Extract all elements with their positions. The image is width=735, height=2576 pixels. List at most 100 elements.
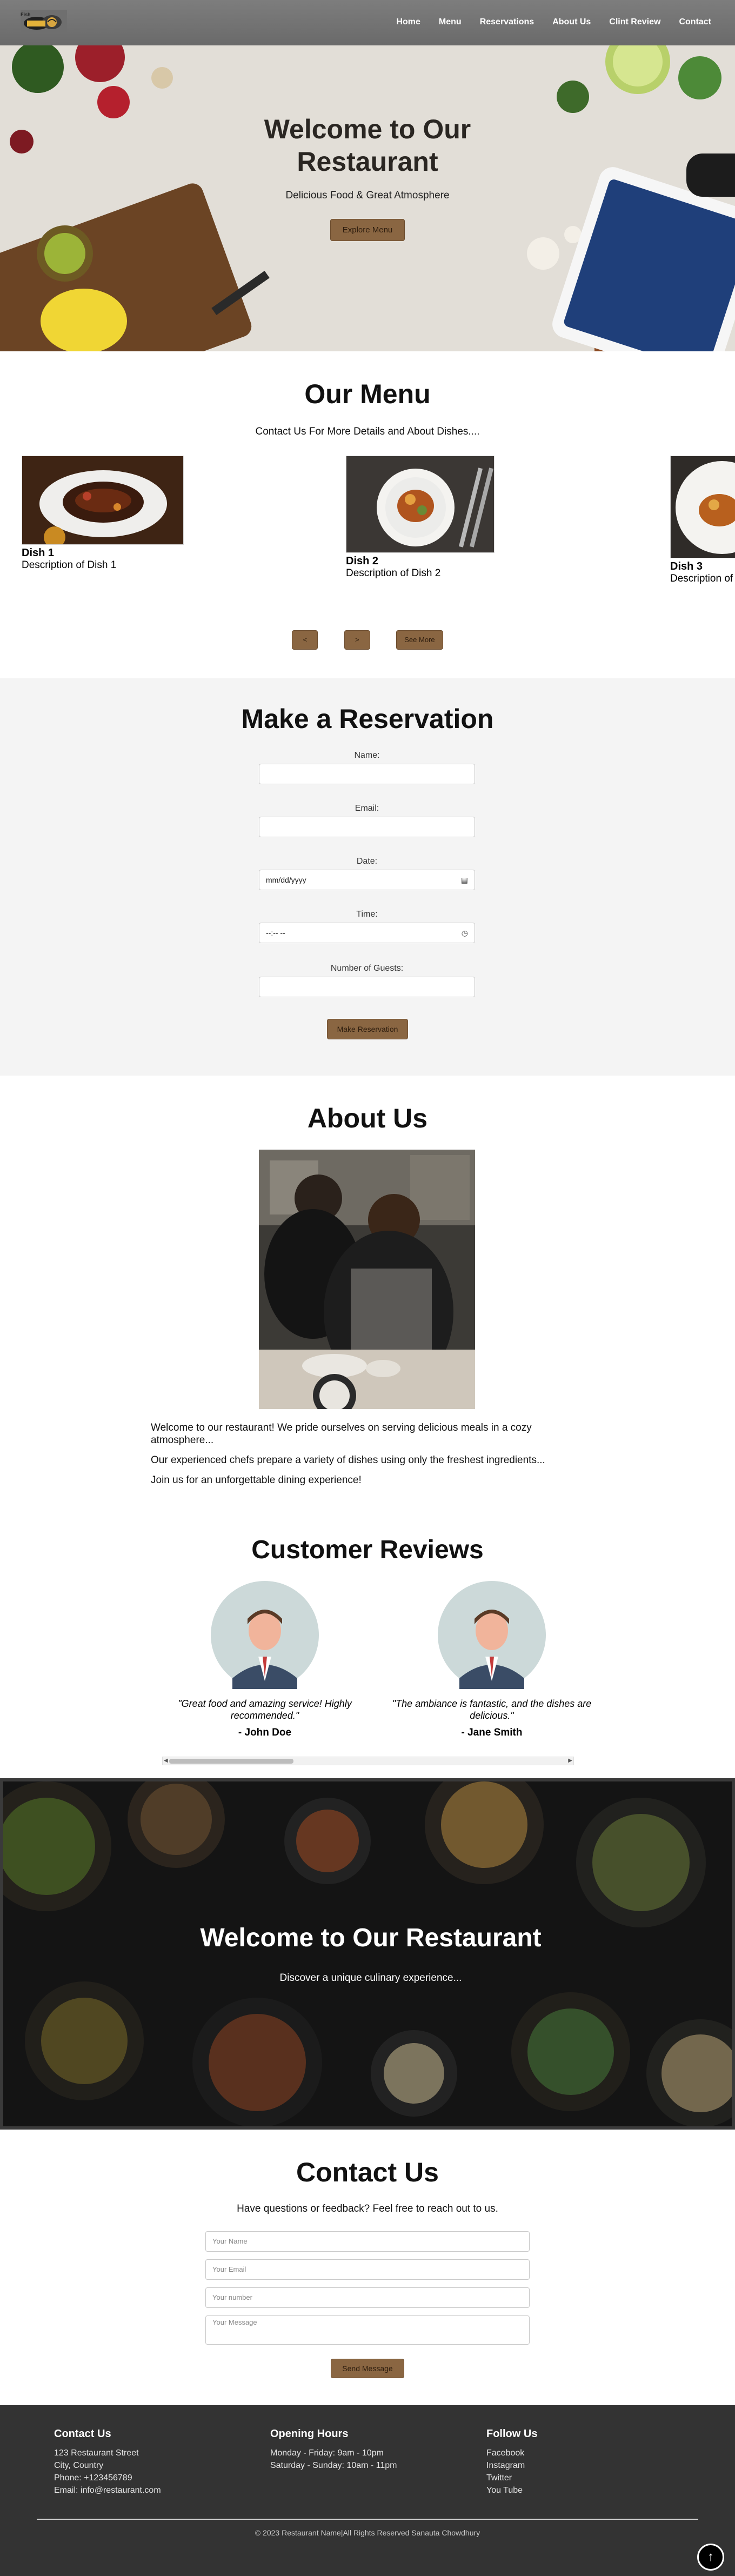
contact-message-textarea[interactable]: Your Message [205,2315,530,2345]
review-2-author: - Jane Smith [461,1727,523,1738]
reviews-scrollbar[interactable]: ◀ ▶ [162,1757,574,1765]
reservation-title: Make a Reservation [241,704,494,734]
menu-subtitle: Contact Us For More Details and About Di… [255,426,480,437]
review-card-1: "Great food and amazing service! Highly … [154,1581,376,1739]
footer-city: City, Country [54,2461,104,2470]
hero-title: Welcome to Our Restaurant [264,114,471,177]
dish-2-name: Dish 2 [346,555,379,567]
guests-input[interactable] [259,977,475,997]
menu-next-button[interactable]: > [344,630,370,650]
guests-field-group: Number of Guests: [259,964,475,997]
nav-link-about-us[interactable]: About Us [552,17,591,27]
footer-address: 123 Restaurant Street [54,2448,139,2458]
scrollbar-thumb[interactable] [169,1759,293,1764]
footer-hours-column: Opening Hours Monday - Friday: 9am - 10p… [270,2428,397,2472]
make-reservation-button[interactable]: Make Reservation [326,1019,409,1039]
nav-link-menu[interactable]: Menu [439,17,462,27]
dish-3-description: Description of Dish 3 [670,573,735,584]
review-1-author: - John Doe [238,1727,292,1738]
guests-label: Number of Guests: [330,964,404,973]
review-card-2: "The ambiance is fantastic, and the dish… [381,1581,603,1739]
footer-divider [37,2519,698,2520]
see-more-button[interactable]: See More [396,630,443,650]
welcome-banner: Welcome to Our Restaurant Discover a uni… [0,1778,735,2130]
reviews-title: Customer Reviews [251,1536,484,1564]
menu-prev-button[interactable]: < [292,630,318,650]
about-paragraph-1: Welcome to our restaurant! We pride ours… [151,1422,532,1446]
email-input[interactable] [259,817,475,837]
time-field-group: Time: --:-- -- ◷ [259,910,475,943]
footer-follow-column: Follow Us Facebook Instagram Twitter You… [486,2428,537,2497]
footer: Contact Us 123 Restaurant Street City, C… [0,2405,735,2576]
menu-card-dish-3[interactable]: Dish 3 Description of Dish 3 [670,456,735,585]
dish-1-description: Description of Dish 1 [22,559,117,571]
footer-link-twitter[interactable]: Twitter [486,2472,537,2484]
footer-phone: Phone: +123456789 [54,2473,132,2482]
about-paragraph-3: Join us for an unforgettable dining expe… [151,1474,362,1486]
reviewer-2-avatar [438,1581,546,1689]
date-input[interactable]: mm/dd/yyyy ▦ [259,870,475,890]
about-text: Welcome to our restaurant! We pride ours… [151,1422,562,1494]
scroll-left-arrow-icon[interactable]: ◀ [164,1758,168,1764]
dish-1-image [22,456,184,545]
back-to-top-button[interactable]: ↑ [697,2544,724,2571]
email-label: Email: [355,804,379,813]
footer-hours-weekday: Monday - Friday: 9am - 10pm [270,2448,384,2458]
scroll-right-arrow-icon[interactable]: ▶ [568,1758,572,1764]
nav-link-home[interactable]: Home [396,17,420,27]
restaurant-logo[interactable]: Fish [21,10,67,33]
footer-link-facebook[interactable]: Facebook [486,2447,537,2459]
about-title: About Us [307,1103,428,1133]
explore-menu-button[interactable]: Explore Menu [330,219,405,241]
review-2-text: "The ambiance is fantastic, and the dish… [392,1698,592,1721]
arrow-up-icon: ↑ [707,2550,714,2564]
calendar-icon[interactable]: ▦ [461,870,468,890]
footer-hours-title: Opening Hours [270,2428,349,2440]
menu-title: Our Menu [304,379,431,409]
time-placeholder: --:-- -- [266,929,285,937]
footer-copyright: © 2023 Restaurant Name|All Rights Reserv… [255,2528,480,2537]
footer-contact-title: Contact Us [54,2428,111,2440]
contact-name-input[interactable]: Your Name [205,2231,530,2252]
date-field-group: Date: mm/dd/yyyy ▦ [259,857,475,890]
reservation-section: Make a Reservation Name: Email: Date: mm… [0,678,735,1076]
dish-3-image [670,456,735,558]
contact-number-input[interactable]: Your number [205,2287,530,2308]
contact-subtitle: Have questions or feedback? Feel free to… [237,2203,498,2214]
hero-section: Welcome to Our Restaurant Delicious Food… [0,45,735,351]
date-label: Date: [356,857,378,866]
nav-link-contact[interactable]: Contact [679,17,711,27]
hero-subtitle: Delicious Food & Great Atmosphere [285,190,450,201]
footer-email: Email: info@restaurant.com [54,2486,161,2495]
send-message-button[interactable]: Send Message [331,2359,404,2378]
about-paragraph-2: Our experienced chefs prepare a variety … [151,1454,545,1466]
footer-follow-title: Follow Us [486,2428,538,2440]
menu-card-dish-1[interactable]: Dish 1 Description of Dish 1 [22,456,184,571]
dish-3-name: Dish 3 [670,560,703,572]
time-input[interactable]: --:-- -- ◷ [259,923,475,943]
name-label: Name: [354,751,380,760]
footer-link-instagram[interactable]: Instagram [486,2459,537,2472]
nav-link-reservations[interactable]: Reservations [480,17,534,27]
dish-1-name: Dish 1 [22,547,55,559]
contact-section: Contact Us Have questions or feedback? F… [0,2130,735,2405]
contact-title: Contact Us [296,2157,439,2187]
date-placeholder: mm/dd/yyyy [266,876,306,884]
nav-link-client-review[interactable]: Clint Review [609,17,660,27]
name-input[interactable] [259,764,475,784]
time-label: Time: [356,910,378,919]
menu-section: Our Menu Contact Us For More Details and… [0,351,735,678]
banner-subtitle: Discover a unique culinary experience... [279,1972,462,1984]
contact-email-input[interactable]: Your Email [205,2259,530,2280]
reviewer-1-avatar [211,1581,319,1689]
footer-contact-column: Contact Us 123 Restaurant Street City, C… [54,2428,161,2497]
menu-card-dish-2[interactable]: Dish 2 Description of Dish 2 [346,456,495,579]
clock-icon[interactable]: ◷ [462,923,468,943]
footer-link-youtube[interactable]: You Tube [486,2484,537,2497]
dish-2-image [346,456,495,553]
name-field-group: Name: [259,751,475,784]
email-field-group: Email: [259,804,475,837]
chefs-image [259,1150,475,1409]
dish-2-description: Description of Dish 2 [346,568,441,579]
review-1-text: "Great food and amazing service! Highly … [178,1698,352,1721]
